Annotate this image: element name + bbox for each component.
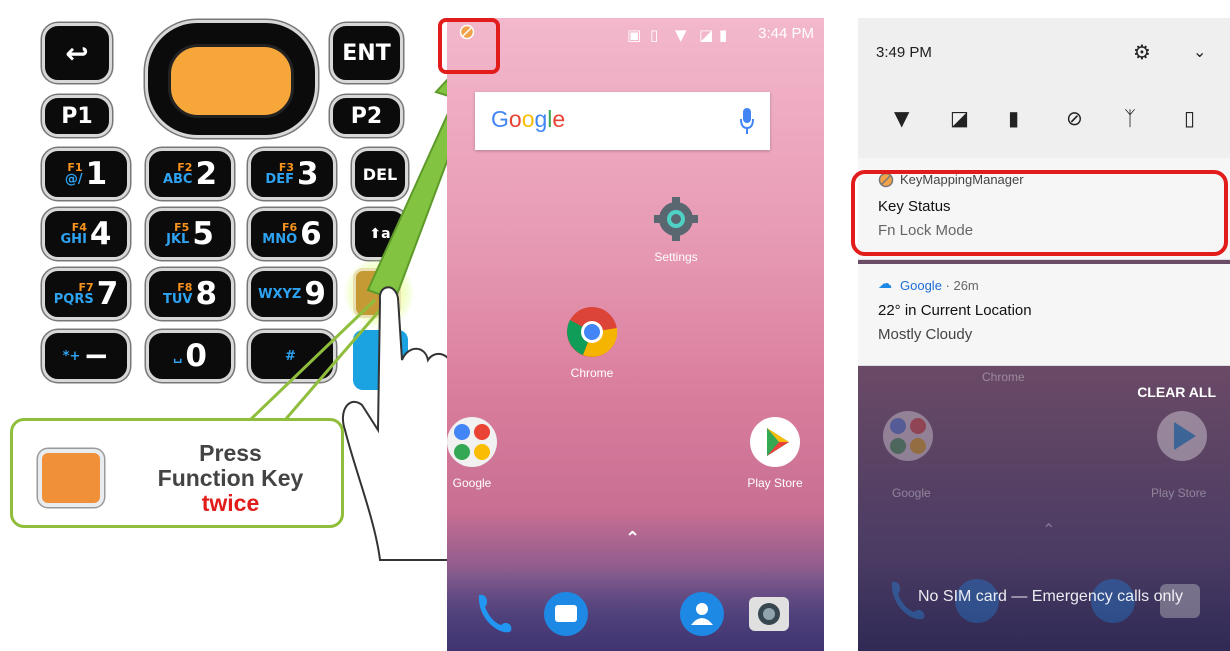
dnd-off-icon[interactable]: ⊘ bbox=[1066, 106, 1083, 130]
google-logo: Google bbox=[491, 106, 566, 132]
settings-gear-icon bbox=[654, 197, 698, 241]
shade-time: 3:49 PM bbox=[876, 44, 932, 61]
notification-text: Mostly Cloudy bbox=[878, 326, 973, 343]
settings-app-label: Settings bbox=[654, 250, 698, 264]
dim-play-store-label: Play Store bbox=[1151, 486, 1207, 500]
play-store-icon bbox=[750, 417, 800, 467]
callout-pointer-line bbox=[283, 309, 382, 421]
instruction-emphasis: twice bbox=[201, 490, 260, 516]
no-sim-icon[interactable]: ◪ bbox=[950, 106, 969, 130]
battery-icon: ▮ bbox=[719, 26, 728, 44]
no-sim-status-text: No SIM card — Emergency calls only bbox=[918, 588, 1183, 605]
settings-gear-icon[interactable]: ⚙ bbox=[1133, 40, 1151, 64]
expand-chevron-icon[interactable]: ⌄ bbox=[1193, 42, 1206, 61]
battery-icon[interactable]: ▮ bbox=[1008, 106, 1019, 130]
dock bbox=[447, 571, 824, 651]
dim-chrome-label: Chrome bbox=[982, 370, 1025, 384]
chrome-app-label: Chrome bbox=[570, 366, 614, 380]
notification-app-label: Google bbox=[900, 278, 942, 293]
instruction-line-1: Press bbox=[199, 440, 262, 466]
dim-chevron-icon: ⌃ bbox=[1042, 520, 1056, 539]
cloud-icon: ☁ bbox=[878, 276, 892, 292]
rotate-icon[interactable]: ▯ bbox=[1184, 106, 1195, 130]
clear-all-button[interactable]: CLEAR ALL bbox=[1137, 384, 1216, 400]
dim-google-folder-icon bbox=[883, 411, 933, 461]
wifi-icon: ▼ bbox=[675, 26, 687, 44]
home-screen: ▣ ▯ ▼ ◪ ▮ 3:44 PM Google Settings Chrome… bbox=[447, 18, 824, 651]
notification-shade: 3:49 PM ⚙ ⌄ ▼ ◪ ▮ ⊘ ᛉ ▯ KeyMappingManage… bbox=[858, 18, 1230, 651]
status-icon-highlight bbox=[438, 18, 500, 74]
wifi-icon[interactable]: ▼ bbox=[894, 106, 909, 130]
dim-google-label: Google bbox=[892, 486, 931, 500]
mic-icon[interactable] bbox=[740, 108, 754, 134]
play-store-app[interactable]: Play Store bbox=[730, 416, 820, 490]
play-store-label: Play Store bbox=[747, 476, 803, 490]
notification-highlight bbox=[851, 170, 1228, 256]
google-folder[interactable]: Google bbox=[447, 416, 517, 490]
cast-icon: ▣ bbox=[627, 26, 642, 44]
messages-icon[interactable] bbox=[543, 591, 589, 637]
dim-play-store-icon bbox=[1157, 411, 1207, 461]
chrome-app[interactable]: Chrome bbox=[547, 306, 637, 380]
settings-app[interactable]: Settings bbox=[631, 196, 721, 264]
flashlight-icon[interactable]: ᛉ bbox=[1124, 106, 1136, 130]
status-time: 3:44 PM bbox=[758, 25, 814, 42]
notification-app-name: Google · 26m bbox=[900, 278, 979, 293]
instruction-line-2: Function Key bbox=[157, 465, 304, 491]
google-folder-icon bbox=[447, 417, 497, 467]
phone-icon[interactable] bbox=[473, 591, 513, 635]
google-folder-label: Google bbox=[452, 476, 492, 490]
quick-settings-panel: 3:49 PM ⚙ ⌄ ▼ ◪ ▮ ⊘ ᛉ ▯ bbox=[858, 18, 1230, 158]
instruction-callout: Press Function Key twice bbox=[10, 418, 344, 528]
function-key-swatch bbox=[38, 449, 104, 507]
camera-icon[interactable] bbox=[747, 591, 791, 635]
notification-google[interactable]: ☁ Google · 26m 22° in Current Location M… bbox=[858, 264, 1230, 366]
contacts-icon[interactable] bbox=[679, 591, 725, 637]
google-search-bar[interactable]: Google bbox=[475, 92, 770, 150]
chrome-icon bbox=[567, 307, 618, 357]
notification-age: · 26m bbox=[941, 278, 979, 293]
app-drawer-chevron-icon[interactable]: ⌃ bbox=[625, 528, 640, 549]
instruction-text: Press Function Key twice bbox=[123, 441, 338, 516]
notification-title: 22° in Current Location bbox=[878, 302, 1032, 319]
vibrate-icon: ▯ bbox=[650, 26, 659, 44]
status-bar: ▣ ▯ ▼ ◪ ▮ 3:44 PM bbox=[447, 18, 824, 50]
no-sim-icon: ◪ bbox=[699, 26, 714, 44]
